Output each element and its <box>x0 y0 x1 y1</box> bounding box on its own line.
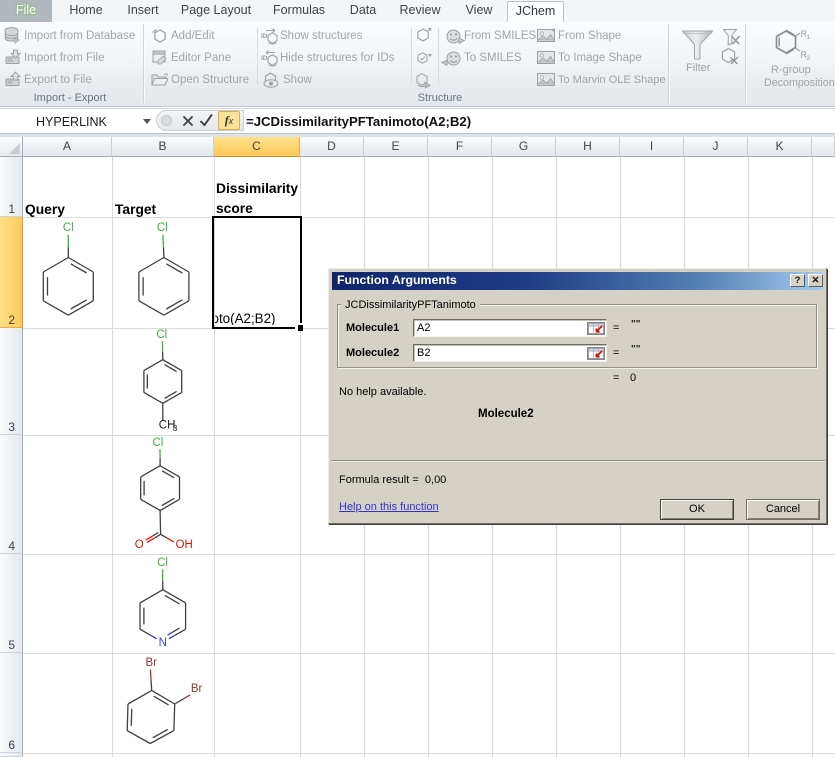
svg-text:Cl: Cl <box>63 222 74 234</box>
svg-text:Br: Br <box>191 683 203 695</box>
svg-text:ID: ID <box>261 33 268 40</box>
svg-text:OH: OH <box>176 539 193 551</box>
svg-text:Cl: Cl <box>152 437 163 449</box>
svg-text:2: 2 <box>807 55 811 61</box>
svg-text:Cl: Cl <box>157 222 168 234</box>
svg-text:Br: Br <box>145 657 157 669</box>
svg-text:Cl: Cl <box>156 329 167 341</box>
svg-text:O: O <box>135 539 144 551</box>
svg-text:1: 1 <box>807 34 811 41</box>
svg-text:3: 3 <box>173 423 178 433</box>
svg-text:ID: ID <box>261 55 268 62</box>
svg-text:N: N <box>159 637 167 649</box>
svg-text:Cl: Cl <box>157 557 168 569</box>
